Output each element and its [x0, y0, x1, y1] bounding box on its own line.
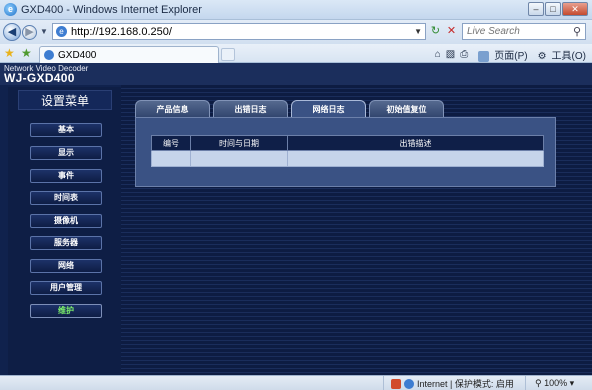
- window-title: GXD400 - Windows Internet Explorer: [21, 4, 202, 16]
- menu-maintenance-button[interactable]: 维护: [30, 304, 102, 318]
- status-divider: [383, 376, 384, 390]
- table-cell-number: [151, 150, 191, 167]
- table-cell-datetime: [190, 150, 288, 167]
- tab-default-reset[interactable]: 初始值复位: [369, 100, 444, 117]
- maximize-button[interactable]: □: [545, 2, 561, 16]
- status-bar: Internet | 保护模式: 启用 ⚲ 100% ▾: [0, 375, 592, 390]
- internet-zone-icon: [404, 378, 414, 389]
- favorites-star-icon[interactable]: ★: [4, 47, 15, 59]
- status-divider: [525, 376, 526, 390]
- search-box[interactable]: ⚲: [462, 23, 586, 40]
- tab-command-bar: ★ ★ GXD400 ⌂ ▧ ⎙ 页面(P) ⚙ 工具(O): [0, 44, 592, 63]
- window-controls: – □ ✕: [527, 2, 588, 16]
- model-name: WJ-GXD400: [4, 71, 75, 85]
- tab-error-log[interactable]: 出错日志: [213, 100, 288, 117]
- refresh-icon[interactable]: ↻: [428, 24, 443, 39]
- column-header-description: 出错描述: [287, 135, 544, 151]
- recent-pages-dropdown[interactable]: ▼: [40, 27, 48, 36]
- command-bar: ⌂ ▧ ⎙ 页面(P) ⚙ 工具(O): [430, 47, 586, 62]
- feeds-icon[interactable]: ▧: [446, 49, 455, 60]
- back-button[interactable]: ◀: [3, 23, 21, 41]
- network-log-panel: 编号 时间与日期 出错描述: [135, 117, 556, 187]
- forward-button[interactable]: ▶: [22, 25, 37, 40]
- address-field[interactable]: e http://192.168.0.250/ ▼: [52, 23, 426, 40]
- zoom-level: 100%: [544, 378, 568, 388]
- page-menu-icon: [478, 50, 490, 62]
- page-menu-label: 页面(P): [494, 51, 528, 62]
- add-favorite-icon[interactable]: ★: [21, 47, 32, 59]
- search-icon[interactable]: ⚲: [573, 25, 581, 38]
- home-icon[interactable]: ⌂: [435, 49, 441, 60]
- zoom-control[interactable]: ⚲ 100% ▾: [535, 378, 574, 389]
- ie-logo-icon: e: [4, 3, 17, 16]
- tab-network-log[interactable]: 网络日志: [291, 100, 366, 117]
- tab-product-info[interactable]: 产品信息: [135, 100, 210, 117]
- table-header-row: 编号 时间与日期 出错描述: [151, 135, 544, 151]
- column-header-number: 编号: [151, 135, 191, 151]
- maintenance-tabs: 产品信息 出错日志 网络日志 初始值复位: [135, 100, 447, 117]
- menu-basic-button[interactable]: 基本: [30, 123, 102, 137]
- window-title-bar: e GXD400 - Windows Internet Explorer – □…: [0, 0, 592, 20]
- page-icon: e: [56, 26, 67, 37]
- browser-tab[interactable]: GXD400: [39, 46, 219, 63]
- menu-server-button[interactable]: 服务器: [30, 236, 102, 250]
- tools-gear-icon: ⚙: [537, 51, 547, 62]
- tab-page-icon: [44, 50, 54, 60]
- tools-menu[interactable]: ⚙ 工具(O): [533, 47, 586, 62]
- tools-menu-label: 工具(O): [551, 51, 586, 62]
- setup-menu-title: 设置菜单: [18, 90, 112, 110]
- table-row: [151, 150, 544, 167]
- header-band: [126, 73, 592, 85]
- page-menu[interactable]: 页面(P): [473, 47, 528, 62]
- menu-user-management-button[interactable]: 用户管理: [30, 281, 102, 295]
- security-zone[interactable]: Internet | 保护模式: 启用: [391, 377, 514, 390]
- stop-icon[interactable]: ✕: [444, 24, 459, 39]
- close-button[interactable]: ✕: [562, 2, 588, 16]
- menu-schedule-button[interactable]: 时间表: [30, 191, 102, 205]
- menu-display-button[interactable]: 显示: [30, 146, 102, 160]
- menu-event-button[interactable]: 事件: [30, 169, 102, 183]
- zoom-dropdown-icon[interactable]: ▾: [570, 378, 575, 388]
- setup-menu-sidebar: 设置菜单 基本 显示 事件 时间表 摄像机 服务器 网络 用户管理 维护: [8, 87, 121, 375]
- new-tab-button[interactable]: [221, 48, 235, 61]
- menu-network-button[interactable]: 网络: [30, 259, 102, 273]
- zoom-icon: ⚲: [535, 378, 542, 388]
- tab-label: GXD400: [58, 50, 97, 61]
- minimize-button[interactable]: –: [528, 2, 544, 16]
- table-cell-description: [287, 150, 544, 167]
- protected-mode-icon: [391, 378, 401, 389]
- menu-camera-button[interactable]: 摄像机: [30, 214, 102, 228]
- decoder-setup-page: Network Video Decoder WJ-GXD400 设置菜单 基本 …: [0, 63, 592, 375]
- column-header-datetime: 时间与日期: [190, 135, 288, 151]
- search-input[interactable]: [467, 25, 567, 38]
- print-icon[interactable]: ⎙: [460, 49, 468, 60]
- zone-label: Internet | 保护模式: 启用: [417, 379, 514, 389]
- address-dropdown-icon[interactable]: ▼: [414, 27, 422, 36]
- network-log-table: 编号 时间与日期 出错描述: [151, 135, 544, 167]
- url-text[interactable]: http://192.168.0.250/: [71, 26, 172, 38]
- address-toolbar: ◀ ▶ ▼ e http://192.168.0.250/ ▼ ↻ ✕ ⚲: [0, 20, 592, 44]
